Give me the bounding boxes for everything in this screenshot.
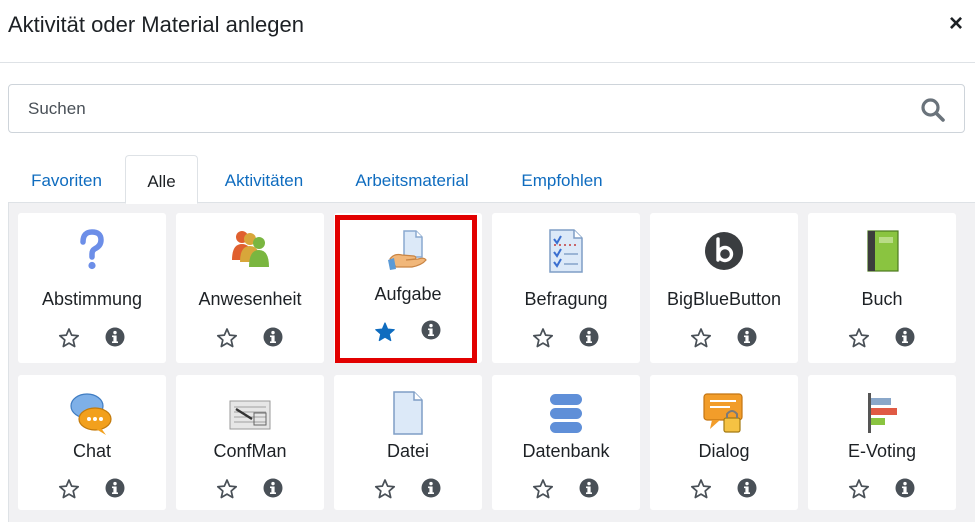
star-outline-icon[interactable] — [374, 478, 396, 500]
info-icon[interactable] — [579, 478, 599, 498]
module-label: Dialog — [698, 441, 750, 461]
module-label: Datei — [386, 441, 430, 461]
question-mark-icon — [80, 229, 104, 270]
info-icon[interactable] — [737, 478, 757, 498]
bar-chart-icon — [868, 393, 897, 433]
info-icon[interactable] — [579, 327, 599, 347]
star-outline-icon[interactable] — [848, 478, 870, 500]
info-icon[interactable] — [421, 478, 441, 498]
module-card-aufgabe[interactable]: Aufgabe — [334, 213, 482, 363]
locked-speech-bubble-icon — [703, 393, 743, 433]
info-icon[interactable] — [263, 478, 283, 498]
info-icon[interactable] — [105, 327, 125, 347]
module-card-confman[interactable]: ConfMan — [176, 375, 324, 510]
info-icon[interactable] — [263, 327, 283, 347]
module-card-datenbank[interactable]: Datenbank — [492, 375, 640, 510]
close-icon[interactable]: × — [949, 10, 963, 38]
module-card-bigbluebutton[interactable]: BigBlueButton — [650, 213, 798, 363]
database-icon — [550, 394, 582, 433]
info-icon[interactable] — [737, 327, 757, 347]
search-icon[interactable] — [920, 97, 946, 123]
module-card-e-voting[interactable]: E-Voting — [808, 375, 956, 510]
module-card-chat[interactable]: Chat — [18, 375, 166, 510]
chat-bubbles-icon — [70, 393, 112, 435]
tab-favoriten[interactable]: Favoriten — [8, 155, 125, 203]
star-outline-icon[interactable] — [216, 478, 238, 500]
dialog-title: Aktivität oder Material anlegen — [8, 12, 304, 37]
module-label: Datenbank — [522, 441, 610, 461]
module-label: Befragung — [524, 289, 608, 309]
module-label: ConfMan — [213, 441, 287, 461]
info-icon[interactable] — [895, 478, 915, 498]
search-box — [8, 84, 965, 133]
module-label: Anwesenheit — [198, 289, 302, 309]
star-outline-icon[interactable] — [848, 327, 870, 349]
star-outline-icon[interactable] — [58, 478, 80, 500]
green-book-icon — [867, 230, 899, 272]
tab-arbeitsmaterial[interactable]: Arbeitsmaterial — [338, 155, 486, 203]
module-card-abstimmung[interactable]: Abstimmung — [18, 213, 166, 363]
checklist-document-icon — [549, 229, 583, 273]
tab-empfohlen[interactable]: Empfohlen — [506, 155, 618, 203]
star-outline-icon[interactable] — [690, 327, 712, 349]
tab-bar: Favoriten Alle Aktivitäten Arbeitsmateri… — [8, 155, 975, 204]
file-icon — [393, 391, 423, 435]
module-label: E-Voting — [847, 441, 917, 461]
star-outline-icon[interactable] — [216, 327, 238, 349]
document-scan-icon — [229, 400, 271, 430]
star-filled-icon[interactable] — [374, 321, 396, 343]
tab-alle[interactable]: Alle — [125, 155, 198, 204]
info-icon[interactable] — [895, 327, 915, 347]
star-outline-icon[interactable] — [58, 327, 80, 349]
info-icon[interactable] — [105, 478, 125, 498]
dialog-header: Aktivität oder Material anlegen × — [0, 0, 975, 63]
info-icon[interactable] — [421, 320, 441, 340]
tab-aktivitaeten[interactable]: Aktivitäten — [206, 155, 322, 203]
module-label: Buch — [861, 289, 903, 309]
bigbluebutton-logo-icon — [705, 232, 743, 270]
search-input[interactable] — [9, 85, 964, 132]
module-card-dialog[interactable]: Dialog — [650, 375, 798, 510]
star-outline-icon[interactable] — [532, 478, 554, 500]
module-card-befragung[interactable]: Befragung — [492, 213, 640, 363]
module-label: Aufgabe — [374, 284, 442, 304]
module-label: Abstimmung — [41, 289, 143, 309]
module-label: Chat — [72, 441, 112, 461]
star-outline-icon[interactable] — [690, 478, 712, 500]
people-group-icon — [232, 231, 269, 267]
star-outline-icon[interactable] — [532, 327, 554, 349]
hand-document-icon — [388, 230, 427, 270]
module-card-datei[interactable]: Datei — [334, 375, 482, 510]
module-card-anwesenheit[interactable]: Anwesenheit — [176, 213, 324, 363]
module-label: BigBlueButton — [666, 289, 782, 309]
module-card-buch[interactable]: Buch — [808, 213, 956, 363]
